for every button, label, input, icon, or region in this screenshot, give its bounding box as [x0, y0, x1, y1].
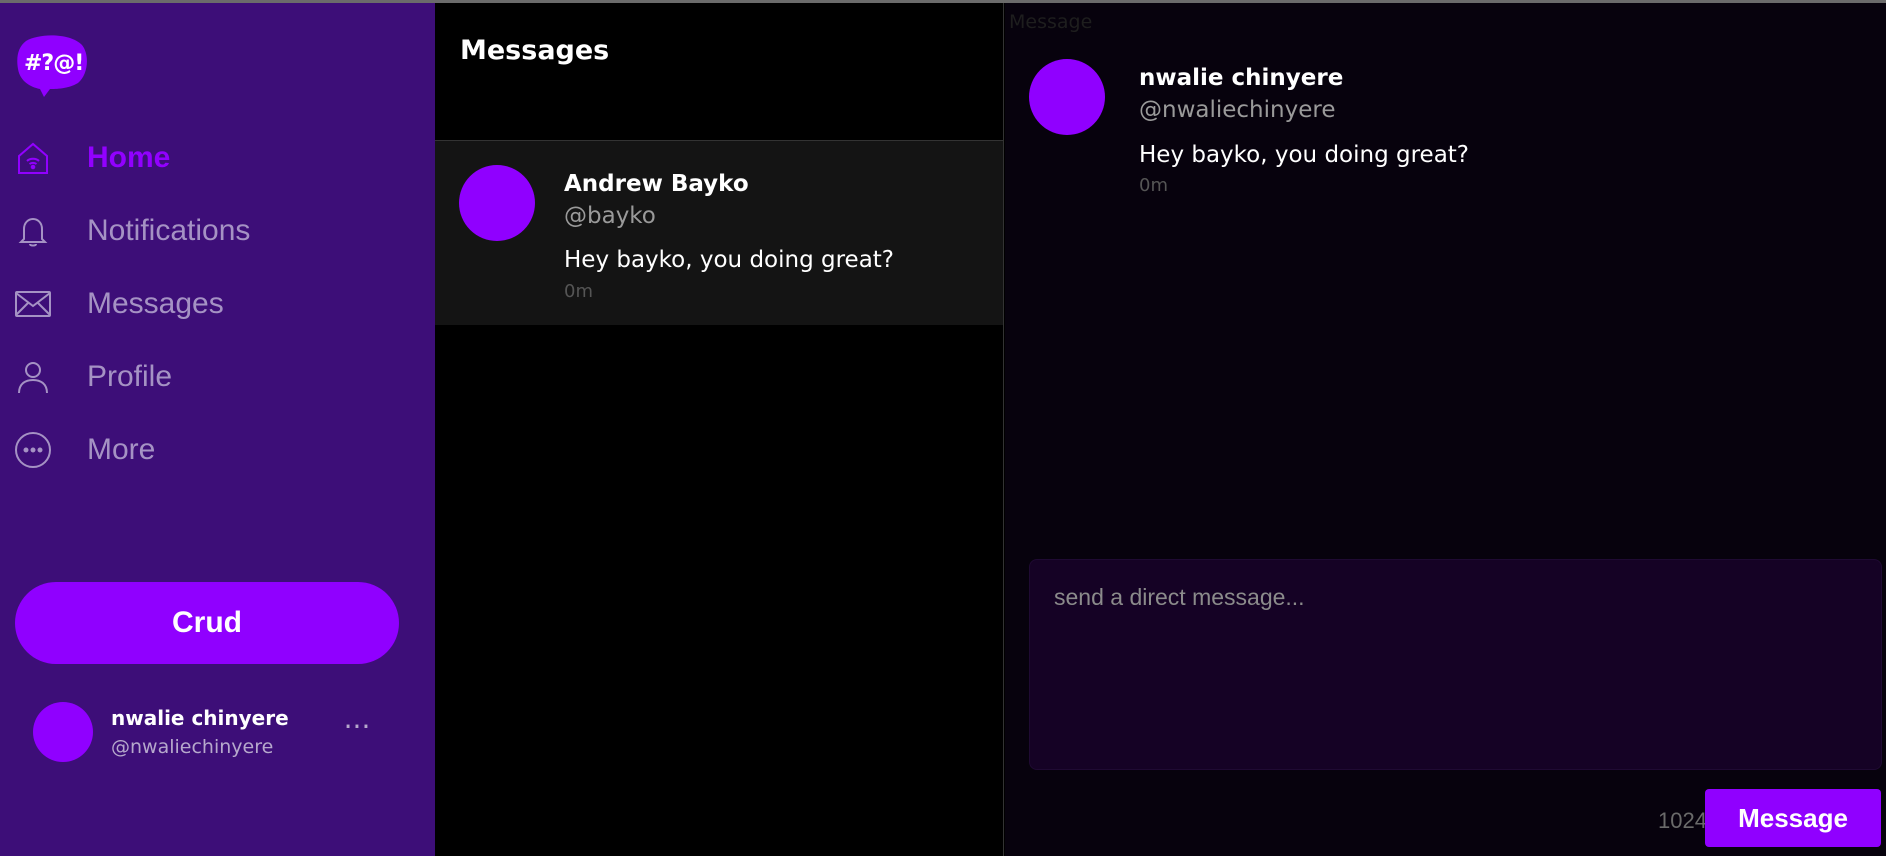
more-circle-icon — [14, 431, 52, 469]
user-more-icon[interactable]: ··· — [339, 712, 375, 742]
nav-label-messages: Messages — [87, 287, 224, 320]
conversation-time: 0m — [564, 281, 593, 302]
envelope-icon — [14, 285, 52, 323]
nav-item-home[interactable]: Home — [14, 133, 414, 183]
nav-item-messages[interactable]: Messages — [14, 279, 414, 329]
user-icon — [14, 358, 52, 396]
avatar — [33, 702, 93, 762]
nav-label-profile: Profile — [87, 360, 173, 393]
message-text: Hey bayko, you doing great? — [1139, 142, 1470, 168]
current-user-handle: @nwaliechinyere — [111, 736, 274, 758]
current-user-name: nwalie chinyere — [111, 706, 289, 730]
character-count: 1024 — [1658, 808, 1707, 833]
avatar — [1029, 59, 1105, 135]
message-sender-handle: @nwaliechinyere — [1139, 97, 1336, 123]
nav-item-notifications[interactable]: Notifications — [14, 206, 414, 256]
conversation-item[interactable]: Andrew Bayko @bayko Hey bayko, you doing… — [435, 141, 1003, 325]
chat-pane: Message nwalie chinyere @nwaliechinyere … — [1005, 3, 1886, 856]
direct-message-input[interactable] — [1029, 559, 1882, 770]
nav-item-profile[interactable]: Profile — [14, 352, 414, 402]
bell-icon — [14, 212, 52, 250]
nav-item-more[interactable]: More — [14, 425, 414, 475]
page-title: Messages — [460, 35, 610, 66]
current-user-card[interactable]: nwalie chinyere @nwaliechinyere ··· — [33, 702, 393, 764]
conversation-handle: @bayko — [564, 203, 656, 229]
sidebar: #?@! Home Notifications Messages Profile… — [0, 3, 435, 856]
home-icon — [14, 139, 52, 177]
send-message-button[interactable]: Message — [1705, 789, 1881, 847]
conversation-name: Andrew Bayko — [564, 171, 749, 197]
nav-label-home: Home — [87, 141, 171, 174]
nav-label-more: More — [87, 433, 156, 466]
nav-label-notifications: Notifications — [87, 214, 251, 247]
app-logo[interactable]: #?@! — [16, 35, 88, 97]
conversation-preview: Hey bayko, you doing great? — [564, 247, 895, 273]
message-time: 0m — [1139, 175, 1168, 196]
avatar — [459, 165, 535, 241]
crud-button[interactable]: Crud — [15, 582, 399, 664]
message-sender-name: nwalie chinyere — [1139, 65, 1344, 91]
chat-pane-label: Message — [1009, 11, 1093, 33]
conversation-list-pane: Messages Andrew Bayko @bayko Hey bayko, … — [435, 3, 1004, 856]
message-item: nwalie chinyere @nwaliechinyere Hey bayk… — [1029, 59, 1829, 199]
logo-text: #?@! — [24, 51, 84, 76]
